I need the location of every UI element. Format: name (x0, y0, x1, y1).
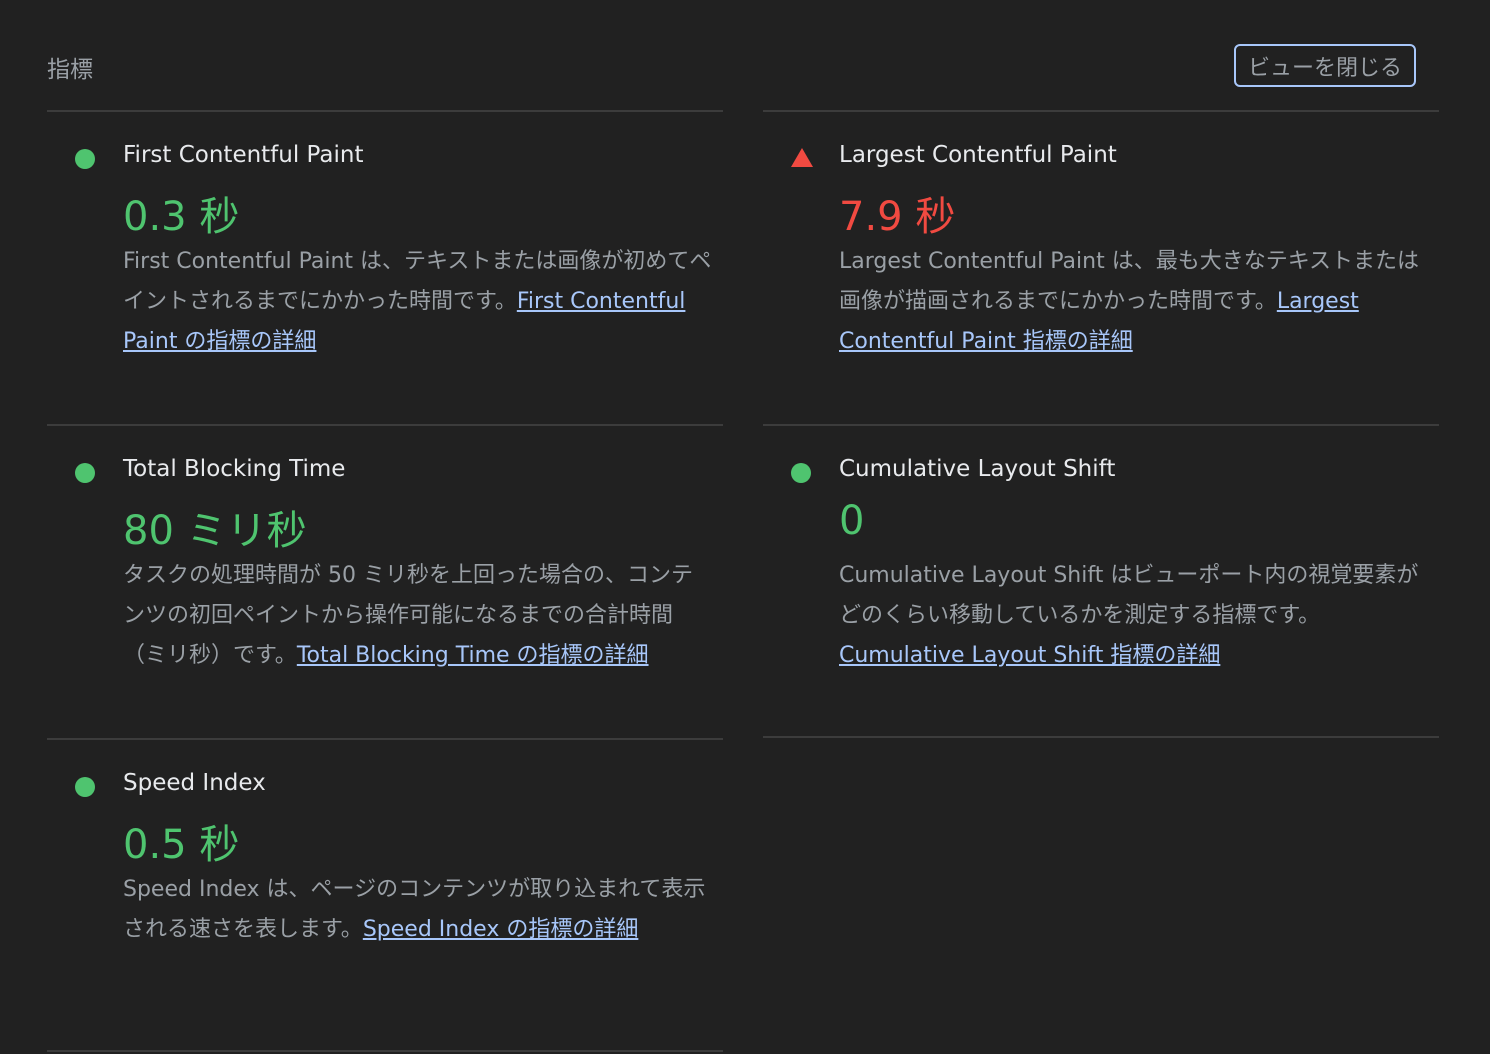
metric-title: First Contentful Paint (123, 142, 364, 168)
metric-title: Cumulative Layout Shift (839, 456, 1116, 482)
red-triangle-icon (791, 148, 813, 167)
metric-largest-contentful-paint: Largest Contentful Paint 7.9 秒 Largest C… (763, 110, 1439, 424)
learn-more-link[interactable]: Cumulative Layout Shift 指標の詳細 (839, 643, 1220, 668)
metric-speed-index: Speed Index 0.5 秒 Speed Index は、ページのコンテン… (47, 738, 723, 1050)
metric-title: Total Blocking Time (123, 456, 346, 482)
metric-total-blocking-time: Total Blocking Time 80 ミリ秒 タスクの処理時間が 50 … (47, 424, 723, 738)
learn-more-link[interactable]: Total Blocking Time の指標の詳細 (297, 643, 649, 668)
divider (763, 736, 1439, 738)
metric-value: 80 ミリ秒 (123, 508, 307, 554)
learn-more-link[interactable]: Speed Index の指標の詳細 (363, 917, 639, 942)
green-circle-icon (75, 463, 95, 483)
metric-value: 0.3 秒 (123, 194, 240, 240)
metric-cumulative-layout-shift: Cumulative Layout Shift 0 Cumulative Lay… (763, 424, 1439, 736)
metric-value: 0 (839, 498, 865, 544)
section-title: 指標 (47, 57, 93, 83)
metric-title: Speed Index (123, 770, 266, 796)
metrics-panel: 指標 ビューを閉じる First Contentful Paint 0.3 秒 … (0, 0, 1490, 1054)
metric-description: タスクの処理時間が 50 ミリ秒を上回った場合の、コンテンツの初回ペイントから操… (123, 556, 713, 676)
toggle-view-button[interactable]: ビューを閉じる (1234, 44, 1416, 87)
metric-value: 0.5 秒 (123, 822, 240, 868)
divider (47, 1050, 723, 1052)
metric-description: Speed Index は、ページのコンテンツが取り込まれて表示される速さを表し… (123, 870, 713, 950)
green-circle-icon (75, 777, 95, 797)
metric-title: Largest Contentful Paint (839, 142, 1117, 168)
metric-description-text: Cumulative Layout Shift はビューポート内の視覚要素がどの… (839, 563, 1419, 628)
metric-description: Cumulative Layout Shift はビューポート内の視覚要素がどの… (839, 556, 1429, 676)
green-circle-icon (791, 463, 811, 483)
metric-first-contentful-paint: First Contentful Paint 0.3 秒 First Conte… (47, 110, 723, 424)
metric-description: Largest Contentful Paint は、最も大きなテキストまたは画… (839, 242, 1429, 362)
metric-description: First Contentful Paint は、テキストまたは画像が初めてペイ… (123, 242, 713, 362)
green-circle-icon (75, 149, 95, 169)
metric-value: 7.9 秒 (839, 194, 956, 240)
